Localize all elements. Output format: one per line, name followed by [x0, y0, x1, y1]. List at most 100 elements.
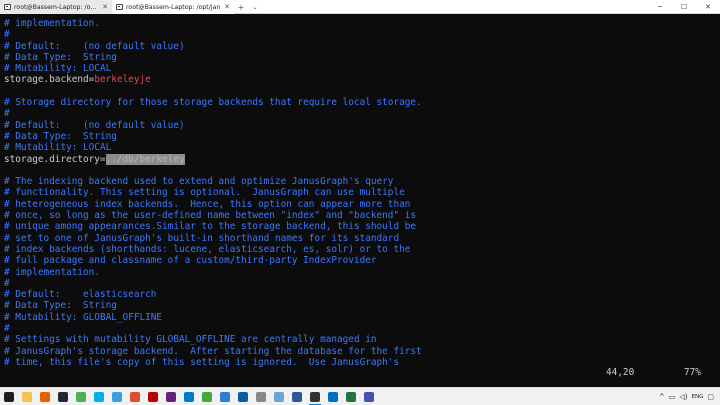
terminal-line: # once, so long as the user-defined name…	[4, 210, 417, 222]
tab-terminal-2[interactable]: root@Bassem-Laptop: /opt/jan ✕	[112, 0, 234, 14]
photo-viewer-icon[interactable]	[270, 388, 288, 405]
terminal-line: # implementation.	[4, 18, 100, 29]
filezilla-icon-glyph	[148, 391, 158, 402]
app-icon-glyph	[256, 391, 266, 402]
terminal-line: # set to one of JanusGraph's built-in sh…	[4, 232, 400, 244]
cursor-position-status: 44,20	[606, 367, 635, 378]
notepad-icon-glyph	[112, 391, 122, 402]
terminal-line: # Settings with mutability GLOBAL_OFFLIN…	[4, 334, 377, 346]
system-tray: ^ ▭ ◁) ENG ▢	[659, 393, 720, 401]
chrome-icon[interactable]	[72, 388, 90, 405]
terminal-line: #	[4, 108, 10, 120]
network-icon[interactable]: ▭	[669, 393, 676, 401]
word-icon-glyph	[292, 391, 302, 402]
terminal-line: # time, this file's copy of this setting…	[4, 356, 400, 368]
filezilla-icon[interactable]	[144, 388, 162, 405]
visual-studio-icon-glyph	[166, 391, 176, 402]
tab-terminal-1[interactable]: root@Bassem-Laptop: /opt/jan ✕	[0, 0, 112, 14]
remote-desktop-icon-glyph	[238, 391, 248, 402]
terminal-line: # heterogeneous index backends. Hence, t…	[4, 198, 411, 210]
terminal-text: # implementation. # # Default: (no default…	[4, 18, 704, 368]
github-desktop-icon-glyph	[58, 391, 68, 402]
tab-dropdown-button[interactable]: ⌄	[248, 0, 262, 14]
terminal-line: # index backends (shorthands: lucene, el…	[4, 243, 411, 255]
terminal-icon-glyph	[310, 391, 320, 402]
terminal-line: # The indexing backend used to extend an…	[4, 176, 394, 188]
setting-value: ../db/berkeley	[105, 153, 185, 165]
excel-icon[interactable]	[342, 388, 360, 405]
volume-icon[interactable]: ◁)	[679, 393, 687, 401]
file-explorer-icon[interactable]	[18, 388, 36, 405]
app-icon[interactable]	[252, 388, 270, 405]
tab-label: root@Bassem-Laptop: /opt/jan	[14, 3, 100, 11]
terminal-line: # Data Type: String	[4, 130, 117, 142]
terminal-icon[interactable]	[306, 388, 324, 405]
start-icon-glyph	[4, 391, 14, 402]
minimize-button[interactable]: ─	[648, 0, 672, 14]
setting-key: storage.directory=	[4, 153, 106, 165]
excel-icon-glyph	[346, 391, 356, 402]
anaconda-icon[interactable]	[198, 388, 216, 405]
file-explorer-icon-glyph	[22, 391, 32, 402]
photo-viewer-icon-glyph	[274, 391, 284, 402]
outlook-icon-glyph	[328, 391, 338, 402]
scroll-percent-status: 77%	[684, 367, 701, 378]
terminal-line: # Mutability: LOCAL	[4, 142, 112, 154]
terminal-line: # JanusGraph's storage backend. After st…	[4, 345, 422, 357]
terminal-tab-icon	[4, 4, 11, 10]
terminal-line: # unique among appearances.Similar to th…	[4, 221, 417, 233]
terminal-line: # Data Type: String	[4, 300, 117, 312]
close-window-button[interactable]: ✕	[696, 0, 720, 14]
maximize-button[interactable]: ☐	[672, 0, 696, 14]
remote-desktop-icon[interactable]	[234, 388, 252, 405]
firefox-icon[interactable]	[36, 388, 54, 405]
outlook-icon[interactable]	[324, 388, 342, 405]
terminal-line: #	[4, 29, 10, 41]
tab-label: root@Bassem-Laptop: /opt/jan	[126, 3, 221, 11]
title-bar: root@Bassem-Laptop: /opt/jan ✕ root@Bass…	[0, 0, 720, 14]
title-bar-drag-area[interactable]	[262, 0, 648, 13]
visual-studio-icon[interactable]	[162, 388, 180, 405]
terminal-area[interactable]: # implementation. # # Default: (no default…	[0, 15, 720, 387]
skype-icon-glyph	[94, 391, 104, 402]
terminal-line: # full package and classname of a custom…	[4, 255, 377, 267]
tab-close-icon[interactable]: ✕	[102, 3, 108, 11]
start-icon[interactable]	[0, 388, 18, 405]
terminal-tab-icon	[116, 4, 123, 10]
new-tab-button[interactable]: +	[234, 0, 248, 14]
terminal-line: # Data Type: String	[4, 51, 117, 63]
network-tool-icon-glyph	[220, 391, 230, 402]
terminal-line: storage.directory=../db/berkeley	[4, 153, 704, 165]
git-gui-icon-glyph	[130, 391, 140, 402]
terminal-line: # implementation.	[4, 266, 100, 278]
notifications-icon[interactable]: ▢	[707, 393, 714, 401]
terminal-line: # Mutability: LOCAL	[4, 63, 112, 75]
network-tool-icon[interactable]	[216, 388, 234, 405]
firefox-icon-glyph	[40, 391, 50, 402]
teams-icon[interactable]	[360, 388, 378, 405]
taskbar: ^ ▭ ◁) ENG ▢	[0, 387, 720, 405]
terminal-line: # Storage directory for those storage ba…	[4, 97, 422, 109]
terminal-line: #	[4, 277, 10, 289]
terminal-line: #	[4, 323, 10, 335]
setting-key: storage.backend=	[4, 74, 95, 86]
setting-value: berkeleyje	[94, 74, 151, 86]
tray-chevron-icon[interactable]: ^	[659, 393, 665, 401]
tab-close-icon[interactable]: ✕	[224, 3, 230, 11]
terminal-line: # Mutability: GLOBAL_OFFLINE	[4, 311, 163, 323]
git-gui-icon[interactable]	[126, 388, 144, 405]
terminal-line: # functionality. This setting is optiona…	[4, 187, 405, 199]
scrollbar[interactable]	[714, 15, 720, 387]
terminal-line: # Default: (no default value)	[4, 40, 185, 52]
terminal-line: # Default: (no default value)	[4, 119, 185, 131]
taskbar-icons	[0, 388, 378, 405]
language-indicator[interactable]: ENG	[692, 394, 704, 400]
vscode-icon[interactable]	[180, 388, 198, 405]
skype-icon[interactable]	[90, 388, 108, 405]
word-icon[interactable]	[288, 388, 306, 405]
github-desktop-icon[interactable]	[54, 388, 72, 405]
teams-icon-glyph	[364, 391, 374, 402]
notepad-icon[interactable]	[108, 388, 126, 405]
terminal-line: storage.backend=berkeleyje	[4, 74, 704, 85]
